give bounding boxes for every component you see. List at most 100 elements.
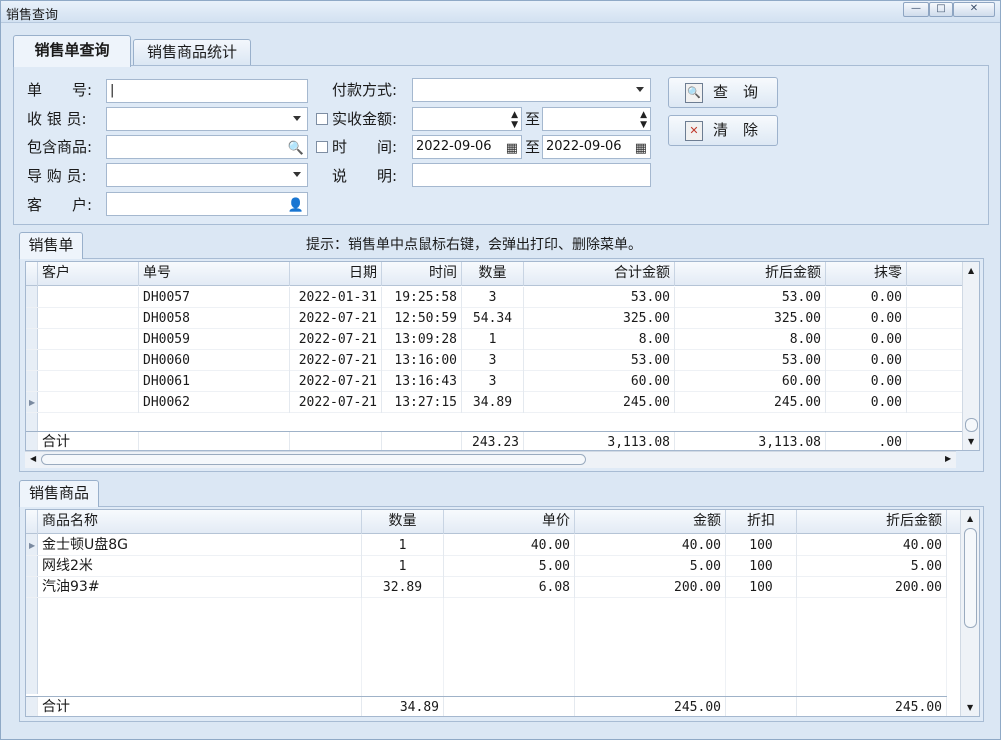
search-icon[interactable]: 🔍	[288, 138, 304, 160]
scroll-down-icon[interactable]: ▼	[967, 703, 973, 712]
orders-grid: 客户 单号 日期 时间 数量 合计金额 折后金额 抹零 DH0057 2022-0…	[25, 261, 980, 451]
date-from-picker[interactable]: 2022-09-06 ▦	[412, 135, 522, 159]
cell-date: 2022-01-31	[290, 287, 382, 308]
table-row[interactable]: ▶ DH0062 2022-07-21 13:27:15 34.89 245.00 245.…	[26, 392, 962, 413]
calendar-icon[interactable]: ▦	[506, 138, 518, 160]
footer-indicator	[26, 432, 38, 450]
scroll-up-icon[interactable]: ▲	[967, 514, 973, 523]
order-no-label: 单 号:	[27, 81, 93, 99]
tab-order-query[interactable]: 销售单查询	[13, 35, 131, 67]
tab-product-stats[interactable]: 销售商品统计	[133, 39, 251, 66]
amount-to-spinner[interactable]: ▲ ▼	[542, 107, 651, 131]
h-scroll-thumb[interactable]	[41, 454, 586, 465]
cell-date: 2022-07-21	[290, 308, 382, 329]
col-amount[interactable]: 金额	[575, 510, 726, 534]
note-label: 说 明:	[332, 167, 398, 185]
cell-total: 245.00	[524, 392, 675, 413]
col-discount[interactable]: 折扣	[726, 510, 797, 534]
customer-input[interactable]: 👤	[106, 192, 308, 216]
time-checkbox[interactable]	[316, 141, 328, 153]
scroll-right-icon[interactable]: ▶	[945, 454, 951, 463]
footer-discounted: 3,113.08	[675, 432, 826, 450]
footer-empty	[726, 697, 797, 716]
cell-name: 网线2米	[38, 556, 362, 577]
col-time[interactable]: 时间	[382, 262, 462, 286]
amount-from-spinner[interactable]: ▲ ▼	[412, 107, 522, 131]
spinner-icon[interactable]: ▲ ▼	[640, 110, 647, 130]
cell-customer	[38, 308, 139, 329]
orders-horizontal-scrollbar[interactable]: ◀ ▶	[25, 451, 956, 468]
items-vertical-scrollbar[interactable]: ▲ ▼	[960, 510, 979, 716]
col-unit-price[interactable]: 单价	[444, 510, 575, 534]
tab-items[interactable]: 销售商品	[19, 480, 99, 507]
cell-amount: 40.00	[575, 535, 726, 556]
chevron-down-icon	[636, 87, 644, 92]
spinner-icon[interactable]: ▲ ▼	[511, 110, 518, 130]
current-row-icon: ▶	[29, 541, 36, 550]
current-row-icon: ▶	[29, 398, 36, 407]
items-footer: 合计 34.89 245.00 245.00	[26, 696, 947, 716]
cashier-label: 收 银 员:	[27, 110, 87, 128]
cell-no: DH0059	[139, 329, 290, 350]
cell-round: 0.00	[826, 308, 907, 329]
guide-label: 导 购 员:	[27, 167, 87, 185]
order-no-input[interactable]: |	[106, 79, 308, 103]
close-button[interactable]: ✕	[953, 2, 995, 17]
cell-total: 53.00	[524, 350, 675, 371]
col-item-discounted[interactable]: 折后金额	[797, 510, 947, 534]
cashier-select[interactable]	[106, 107, 308, 131]
table-row[interactable]: DH0057 2022-01-31 19:25:58 3 53.00 53.00 0.00	[26, 287, 962, 308]
scroll-thumb[interactable]	[965, 418, 978, 432]
col-discounted[interactable]: 折后金额	[675, 262, 826, 286]
product-label: 包含商品:	[27, 138, 93, 156]
cell-amount: 5.00	[575, 556, 726, 577]
col-customer[interactable]: 客户	[38, 262, 139, 286]
clear-button[interactable]: ✕ 清 除	[668, 115, 778, 146]
scroll-up-icon[interactable]: ▲	[968, 266, 974, 275]
product-search-input[interactable]: 🔍	[106, 135, 308, 159]
col-rounding[interactable]: 抹零	[826, 262, 907, 286]
window-title: 销售查询	[6, 8, 59, 23]
minimize-button[interactable]: —	[903, 2, 929, 17]
table-row[interactable]: DH0058 2022-07-21 12:50:59 54.34 325.00 325.0…	[26, 308, 962, 329]
orders-vertical-scrollbar[interactable]: ▲ ▼	[962, 262, 979, 450]
table-row[interactable]: 网线2米 1 5.00 5.00 100 5.00	[26, 556, 947, 577]
col-total[interactable]: 合计金额	[524, 262, 675, 286]
cell-discount: 100	[726, 535, 797, 556]
date-to-picker[interactable]: 2022-09-06 ▦	[542, 135, 651, 159]
payment-select[interactable]	[412, 78, 651, 102]
cell-customer	[38, 371, 139, 392]
table-row[interactable]: ▶ 金士顿U盘8G 1 40.00 40.00 100 40.00	[26, 535, 947, 556]
cell-discounted: 53.00	[675, 350, 826, 371]
col-qty[interactable]: 数量	[462, 262, 524, 286]
query-button-label: 查 询	[713, 83, 759, 101]
calendar-icon[interactable]: ▦	[635, 138, 647, 160]
table-row[interactable]: 汽油93# 32.89 6.08 200.00 100 200.00	[26, 577, 947, 598]
chevron-down-icon	[293, 116, 301, 121]
footer-qty: 243.23	[462, 432, 524, 450]
col-item-qty[interactable]: 数量	[362, 510, 444, 534]
cell-total: 53.00	[524, 287, 675, 308]
table-row[interactable]: DH0061 2022-07-21 13:16:43 3 60.00 60.00 0.00	[26, 371, 962, 392]
col-date[interactable]: 日期	[290, 262, 382, 286]
cell-price: 6.08	[444, 577, 575, 598]
user-search-icon[interactable]: 👤	[288, 195, 304, 217]
header-indicator	[26, 262, 38, 286]
guide-select[interactable]	[106, 163, 308, 187]
scroll-thumb[interactable]	[964, 528, 977, 628]
cell-price: 40.00	[444, 535, 575, 556]
maximize-button[interactable]: □	[929, 2, 953, 17]
query-button[interactable]: 🔍 查 询	[668, 77, 778, 108]
amount-checkbox[interactable]	[316, 113, 328, 125]
col-product-name[interactable]: 商品名称	[38, 510, 362, 534]
cell-discount: 100	[726, 577, 797, 598]
table-row[interactable]: DH0059 2022-07-21 13:09:28 1 8.00 8.00 0.00	[26, 329, 962, 350]
cell-time: 19:25:58	[382, 287, 462, 308]
table-row[interactable]: DH0060 2022-07-21 13:16:00 3 53.00 53.00 0.00	[26, 350, 962, 371]
scroll-down-icon[interactable]: ▼	[968, 437, 974, 446]
tab-orders[interactable]: 销售单	[19, 232, 83, 259]
scroll-left-icon[interactable]: ◀	[30, 454, 36, 463]
col-order-no[interactable]: 单号	[139, 262, 290, 286]
orders-footer: 合计 243.23 3,113.08 3,113.08 .00	[26, 431, 962, 450]
note-input[interactable]	[412, 163, 651, 187]
